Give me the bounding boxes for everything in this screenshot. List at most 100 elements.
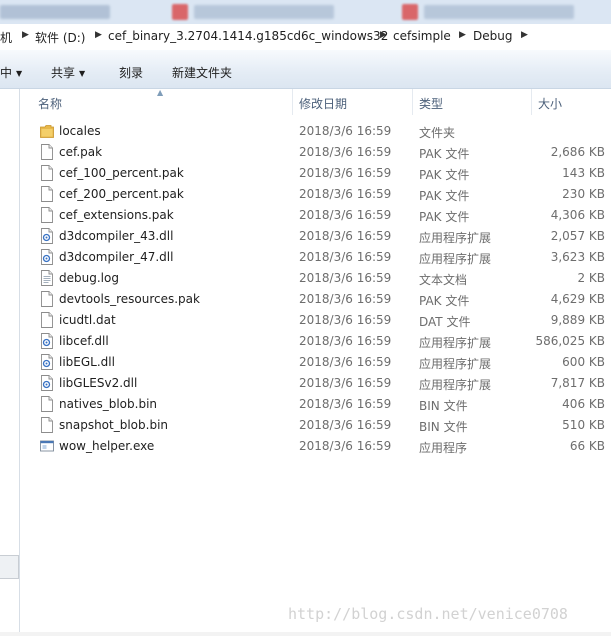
file-row[interactable]: cef_200_percent.pak 2018/3/6 16:59 PAK 文件 2…	[20, 184, 611, 205]
file-type: 应用程序扩展	[419, 378, 492, 392]
column-divider[interactable]	[292, 89, 293, 115]
file-row[interactable]: devtools_resources.pak 2018/3/6 16:59 PAK …	[20, 289, 611, 310]
breadcrumb-item-debug[interactable]: Debug	[473, 29, 512, 43]
file-name: libGLESv2.dll	[59, 376, 138, 390]
file-type: PAK 文件	[419, 168, 470, 182]
file-modified-date: 2018/3/6 16:59	[299, 334, 392, 348]
file-name: cef.pak	[59, 145, 103, 159]
file-type: 应用程序扩展	[419, 336, 492, 350]
file-name: icudtl.dat	[59, 313, 116, 327]
include-in-library-label: 中	[0, 66, 13, 80]
chevron-right-icon[interactable]: ▶	[380, 30, 387, 40]
file-row[interactable]: snapshot_blob.bin 2018/3/6 16:59 BIN 文件 510…	[20, 415, 611, 436]
blurred-tab	[194, 5, 334, 19]
file-name: libcef.dll	[59, 334, 109, 348]
file-type: 应用程序扩展	[419, 252, 492, 266]
window-tab-strip	[0, 0, 611, 24]
column-header-type[interactable]: 类型	[419, 95, 443, 112]
breadcrumb-item-drive[interactable]: 软件 (D:)	[35, 29, 85, 46]
file-type: BIN 文件	[419, 420, 468, 434]
file-size: 600 KB	[562, 355, 605, 369]
window-bottom-edge	[0, 632, 611, 636]
chevron-right-icon[interactable]: ▶	[521, 30, 528, 40]
dll-icon	[40, 354, 54, 370]
file-name: cef_100_percent.pak	[59, 166, 184, 180]
file-name: wow_helper.exe	[59, 439, 155, 453]
breadcrumb-item-cef-binary[interactable]: cef_binary_3.2704.1414.g185cd6c_windows3…	[108, 29, 388, 43]
file-row[interactable]: cef_100_percent.pak 2018/3/6 16:59 PAK 文件 1…	[20, 163, 611, 184]
file-modified-date: 2018/3/6 16:59	[299, 145, 392, 159]
file-row[interactable]: cef.pak 2018/3/6 16:59 PAK 文件 2,686 KB	[20, 142, 611, 163]
file-type: 文件夹	[419, 126, 456, 140]
column-divider[interactable]	[531, 89, 532, 115]
file-row[interactable]: libGLESv2.dll 2018/3/6 16:59 应用程序扩展 7,817 K…	[20, 373, 611, 394]
file-modified-date: 2018/3/6 16:59	[299, 250, 392, 264]
file-size: 66 KB	[569, 439, 605, 453]
sort-ascending-icon: ▲	[157, 88, 164, 97]
file-size: 7,817 KB	[550, 376, 605, 390]
file-row[interactable]: d3dcompiler_43.dll 2018/3/6 16:59 应用程序扩展 2,…	[20, 226, 611, 247]
file-type: PAK 文件	[419, 189, 470, 203]
dll-icon	[40, 333, 54, 349]
chevron-down-icon: ▼	[79, 69, 86, 78]
file-row[interactable]: natives_blob.bin 2018/3/6 16:59 BIN 文件 406 …	[20, 394, 611, 415]
column-header-size[interactable]: 大小	[538, 95, 562, 112]
file-type: 应用程序	[419, 441, 468, 455]
file-modified-date: 2018/3/6 16:59	[299, 271, 392, 285]
file-icon	[40, 396, 54, 412]
file-modified-date: 2018/3/6 16:59	[299, 166, 392, 180]
file-modified-date: 2018/3/6 16:59	[299, 124, 392, 138]
file-size: 143 KB	[562, 166, 605, 180]
chevron-right-icon[interactable]: ▶	[459, 30, 466, 40]
file-name: locales	[59, 124, 101, 138]
file-icon	[40, 186, 54, 202]
file-row[interactable]: libEGL.dll 2018/3/6 16:59 应用程序扩展 600 KB	[20, 352, 611, 373]
file-modified-date: 2018/3/6 16:59	[299, 292, 392, 306]
breadcrumb-item-computer[interactable]: 机	[0, 29, 12, 46]
file-size: 4,629 KB	[550, 292, 605, 306]
file-type: 应用程序扩展	[419, 357, 492, 371]
file-row[interactable]: wow_helper.exe 2018/3/6 16:59 应用程序 66 KB	[20, 436, 611, 457]
file-modified-date: 2018/3/6 16:59	[299, 229, 392, 243]
column-header-name[interactable]: 名称	[38, 95, 62, 112]
file-size: 406 KB	[562, 397, 605, 411]
file-type: 文本文档	[419, 273, 468, 287]
column-header-row: ▲ 名称 修改日期 类型 大小	[20, 88, 611, 115]
chevron-right-icon[interactable]: ▶	[95, 30, 102, 40]
file-row[interactable]: d3dcompiler_47.dll 2018/3/6 16:59 应用程序扩展 3,…	[20, 247, 611, 268]
file-row[interactable]: icudtl.dat 2018/3/6 16:59 DAT 文件 9,889 KB	[20, 310, 611, 331]
new-folder-button[interactable]: 新建文件夹	[172, 64, 232, 81]
file-name: cef_extensions.pak	[59, 208, 174, 222]
file-row[interactable]: cef_extensions.pak 2018/3/6 16:59 PAK 文件 4,…	[20, 205, 611, 226]
file-row[interactable]: locales 2018/3/6 16:59 文件夹	[20, 121, 611, 142]
file-name: debug.log	[59, 271, 119, 285]
column-header-date[interactable]: 修改日期	[299, 95, 347, 112]
folder-icon	[40, 123, 54, 139]
column-divider[interactable]	[412, 89, 413, 115]
file-name: devtools_resources.pak	[59, 292, 200, 306]
navigation-pane-scrollbar[interactable]	[0, 555, 19, 579]
share-button[interactable]: 共享 ▼	[51, 64, 85, 81]
file-icon	[40, 144, 54, 160]
file-type: BIN 文件	[419, 399, 468, 413]
file-name: snapshot_blob.bin	[59, 418, 169, 432]
blurred-tab-icon	[402, 4, 418, 20]
file-modified-date: 2018/3/6 16:59	[299, 376, 392, 390]
chevron-down-icon: ▼	[16, 69, 23, 78]
command-bar: 中 ▼ 共享 ▼ 刻录 新建文件夹	[0, 50, 611, 89]
blurred-tab-icon	[172, 4, 188, 20]
file-size: 9,889 KB	[550, 313, 605, 327]
breadcrumb[interactable]: 机 ▶ 软件 (D:) ▶ cef_binary_3.2704.1414.g18…	[0, 24, 611, 51]
navigation-pane[interactable]	[0, 89, 20, 636]
burn-button[interactable]: 刻录	[119, 64, 143, 81]
share-label: 共享	[51, 66, 76, 80]
text-file-icon	[40, 270, 54, 286]
exe-icon	[40, 438, 54, 454]
file-icon	[40, 291, 54, 307]
dll-icon	[40, 228, 54, 244]
file-row[interactable]: libcef.dll 2018/3/6 16:59 应用程序扩展 586,025 KB	[20, 331, 611, 352]
chevron-right-icon[interactable]: ▶	[22, 30, 29, 40]
include-in-library-button[interactable]: 中 ▼	[0, 64, 22, 81]
breadcrumb-item-cefsimple[interactable]: cefsimple	[393, 29, 451, 43]
file-row[interactable]: debug.log 2018/3/6 16:59 文本文档 2 KB	[20, 268, 611, 289]
